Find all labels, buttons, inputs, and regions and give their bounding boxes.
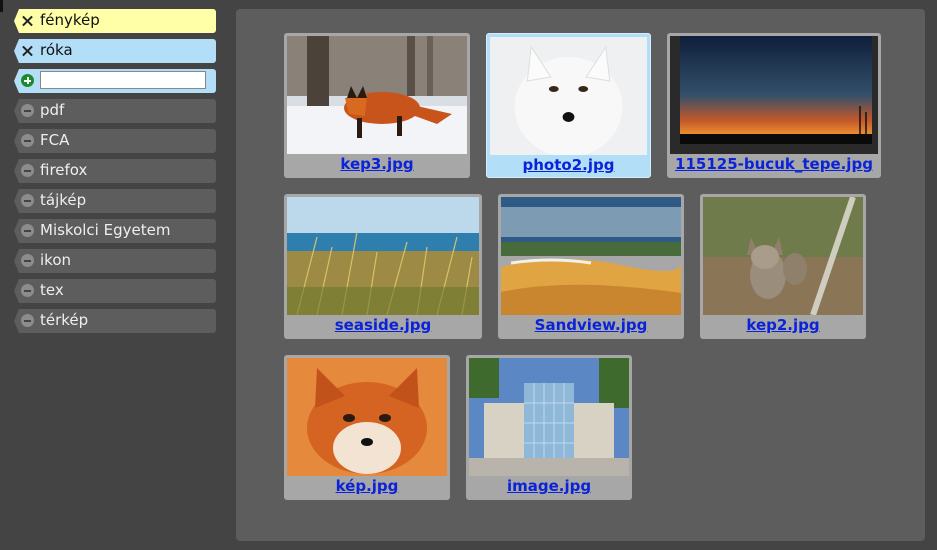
sand-dunes-image — [501, 197, 681, 315]
image-caption-link[interactable]: image.jpg — [466, 476, 632, 497]
tag-sidebar: fénykép róka pdf FCA firefox tájkép Misk… — [14, 9, 216, 339]
arctic-fox-image — [490, 37, 647, 155]
tag-label: pdf — [40, 101, 65, 119]
minus-circle-icon[interactable] — [21, 284, 34, 297]
tag-firefox[interactable]: firefox — [14, 159, 216, 183]
tag-label: tex — [40, 281, 64, 299]
tag-roka[interactable]: róka — [14, 39, 216, 63]
window-corner-mark — [0, 0, 3, 12]
minus-circle-icon[interactable] — [21, 164, 34, 177]
tag-label: fénykép — [40, 11, 100, 29]
image-thumbnail[interactable]: image.jpg — [466, 355, 632, 500]
tag-label: Miskolci Egyetem — [40, 221, 171, 239]
minus-circle-icon[interactable] — [21, 254, 34, 267]
seaside-image — [287, 197, 479, 315]
tag-ikon[interactable]: ikon — [14, 249, 216, 273]
new-tag-input[interactable] — [40, 71, 206, 89]
image-thumbnail[interactable]: kép.jpg — [284, 355, 450, 500]
image-caption-link[interactable]: kep3.jpg — [284, 154, 470, 175]
image-gallery-panel: kep3.jpg photo2.jpg 115125-bucuk_tepe.jp… — [236, 9, 925, 541]
minus-circle-icon[interactable] — [21, 224, 34, 237]
remove-x-icon[interactable] — [21, 14, 34, 27]
plus-circle-icon[interactable] — [21, 74, 34, 87]
minus-circle-icon[interactable] — [21, 314, 34, 327]
tag-label: tájkép — [40, 191, 87, 209]
sunset-image — [670, 36, 878, 154]
image-thumbnail[interactable]: Sandview.jpg — [498, 194, 684, 339]
glass-building-image — [469, 358, 629, 476]
tag-tex[interactable]: tex — [14, 279, 216, 303]
image-caption-link[interactable]: seaside.jpg — [284, 315, 482, 336]
fox-portrait-image — [287, 358, 447, 476]
image-thumbnail[interactable]: kep3.jpg — [284, 33, 470, 178]
add-tag-row — [14, 69, 216, 93]
image-caption-link[interactable]: 115125-bucuk_tepe.jpg — [667, 154, 881, 175]
tag-terkep[interactable]: térkép — [14, 309, 216, 333]
image-caption-link[interactable]: Sandview.jpg — [498, 315, 684, 336]
tag-label: ikon — [40, 251, 72, 269]
fox-in-snow-image — [287, 36, 467, 154]
minus-circle-icon[interactable] — [21, 134, 34, 147]
tag-pdf[interactable]: pdf — [14, 99, 216, 123]
tag-label: róka — [40, 41, 73, 59]
minus-circle-icon[interactable] — [21, 104, 34, 117]
image-caption-link[interactable]: photo2.jpg — [487, 155, 650, 176]
image-thumbnail[interactable]: 115125-bucuk_tepe.jpg — [667, 33, 881, 178]
tag-fenykep[interactable]: fénykép — [14, 9, 216, 33]
tag-label: firefox — [40, 161, 88, 179]
image-thumbnail[interactable]: kep2.jpg — [700, 194, 866, 339]
remove-x-icon[interactable] — [21, 44, 34, 57]
image-thumbnail[interactable]: seaside.jpg — [284, 194, 482, 339]
fox-kits-image — [703, 197, 863, 315]
tag-fca[interactable]: FCA — [14, 129, 216, 153]
image-caption-link[interactable]: kep2.jpg — [700, 315, 866, 336]
tag-tajkep[interactable]: tájkép — [14, 189, 216, 213]
image-thumbnail-selected[interactable]: photo2.jpg — [486, 33, 651, 178]
image-caption-link[interactable]: kép.jpg — [284, 476, 450, 497]
tag-miskolci-egyetem[interactable]: Miskolci Egyetem — [14, 219, 216, 243]
tag-label: térkép — [40, 311, 89, 329]
tag-label: FCA — [40, 131, 70, 149]
minus-circle-icon[interactable] — [21, 194, 34, 207]
